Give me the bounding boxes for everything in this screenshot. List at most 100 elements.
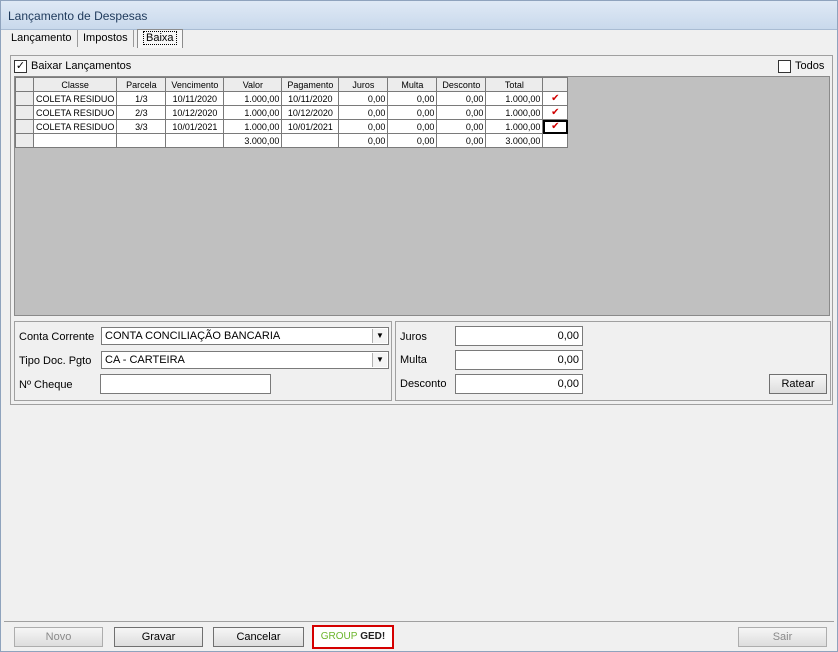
col-multa[interactable]: Multa	[387, 77, 438, 92]
tab-lancamento[interactable]: Lançamento	[6, 30, 78, 47]
total-vencimento	[165, 133, 225, 148]
tipo-label: Tipo Doc. Pgto	[19, 355, 92, 367]
cell-desconto[interactable]: 0,00	[436, 91, 487, 106]
cell-vencimento[interactable]: 10/01/2021	[165, 119, 225, 134]
cell-classe[interactable]: COLETA RESIDUO	[32, 91, 118, 106]
logo-ged-text: GED!	[360, 631, 386, 642]
cell-classe[interactable]: COLETA RESIDUO	[32, 105, 118, 120]
cell-juros[interactable]: 0,00	[338, 105, 389, 120]
multa-input[interactable]: 0,00	[455, 350, 583, 370]
total-valor: 3.000,00	[223, 133, 283, 148]
cell-pagamento[interactable]: 10/12/2020	[281, 105, 340, 120]
cell-parcela[interactable]: 3/3	[116, 119, 167, 134]
cell-valor[interactable]: 1.000,00	[223, 91, 283, 106]
juros-label: Juros	[400, 331, 427, 343]
col-classe[interactable]: Classe	[32, 77, 118, 92]
cell-parcela[interactable]: 2/3	[116, 105, 167, 120]
col-vencimento[interactable]: Vencimento	[165, 77, 225, 92]
col-total[interactable]: Total	[485, 77, 544, 92]
cell-multa[interactable]: 0,00	[387, 119, 438, 134]
total-edit	[542, 133, 569, 148]
payment-account-group: Conta Corrente CONTA CONCILIAÇÃO BANCARI…	[14, 321, 392, 401]
cell-desconto[interactable]: 0,00	[436, 105, 487, 120]
conta-label: Conta Corrente	[19, 331, 95, 343]
desconto-input[interactable]: 0,00	[455, 374, 583, 394]
baixar-label: Baixar Lançamentos	[31, 60, 132, 72]
edit-check-icon[interactable]: ✔	[549, 107, 561, 118]
cell-total[interactable]: 1.000,00	[485, 105, 544, 120]
total-multa: 0,00	[387, 133, 438, 148]
cell-vencimento[interactable]: 10/11/2020	[165, 91, 225, 106]
total-total: 3.000,00	[485, 133, 544, 148]
cell-total[interactable]: 1.000,00	[485, 91, 544, 106]
cheque-label: Nº Cheque	[19, 379, 73, 391]
conta-corrente-select[interactable]: CONTA CONCILIAÇÃO BANCARIA ▼	[101, 327, 389, 345]
novo-button[interactable]: Novo	[14, 627, 103, 647]
cell-valor[interactable]: 1.000,00	[223, 119, 283, 134]
adjustments-group: Juros 0,00 Multa 0,00 Desconto 0,00 Rate…	[395, 321, 831, 401]
baixar-checkbox[interactable]: ✓	[14, 60, 27, 73]
cell-desconto[interactable]: 0,00	[436, 119, 487, 134]
edit-cell[interactable]: ✔	[542, 105, 569, 120]
edit-check-icon[interactable]: ✔	[549, 121, 561, 132]
todos-checkbox[interactable]	[778, 60, 791, 73]
desconto-label: Desconto	[400, 378, 447, 390]
col-edit	[542, 77, 569, 92]
row-selector[interactable]	[15, 91, 34, 106]
cell-juros[interactable]: 0,00	[338, 119, 389, 134]
cell-parcela[interactable]: 1/3	[116, 91, 167, 106]
totals-row: 3.000,00 0,00 0,00 0,00 3.000,00	[15, 133, 569, 148]
cell-multa[interactable]: 0,00	[387, 105, 438, 120]
cell-valor[interactable]: 1.000,00	[223, 105, 283, 120]
tipo-doc-select[interactable]: CA - CARTEIRA ▼	[101, 351, 389, 369]
col-juros[interactable]: Juros	[338, 77, 389, 92]
main-window: Lançamento de Despesas Lançamento Impost…	[0, 0, 838, 652]
row-selector[interactable]	[15, 133, 34, 148]
cell-pagamento[interactable]: 10/01/2021	[281, 119, 340, 134]
total-juros: 0,00	[338, 133, 389, 148]
cell-juros[interactable]: 0,00	[338, 91, 389, 106]
col-valor[interactable]: Valor	[223, 77, 283, 92]
todos-label: Todos	[795, 60, 825, 72]
col-parcela[interactable]: Parcela	[116, 77, 167, 92]
ratear-button[interactable]: Ratear	[769, 374, 827, 394]
total-classe	[32, 133, 118, 148]
table-row[interactable]: COLETA RESIDUO 1/3 10/11/2020 1.000,00 1…	[15, 91, 569, 106]
gravar-button[interactable]: Gravar	[114, 627, 203, 647]
cancelar-button[interactable]: Cancelar	[213, 627, 304, 647]
parcelas-table: Classe Parcela Vencimento Valor Pagament…	[15, 77, 569, 148]
chevron-down-icon[interactable]: ▼	[372, 353, 387, 367]
logo-group-text: GROUP	[320, 631, 358, 642]
col-pagamento[interactable]: Pagamento	[281, 77, 340, 92]
row-selector[interactable]	[15, 119, 34, 134]
edit-check-icon[interactable]: ✔	[549, 93, 561, 104]
cheque-input[interactable]	[100, 374, 271, 394]
edit-cell[interactable]: ✔	[542, 91, 569, 106]
tab-baixa[interactable]: Baixa	[137, 29, 183, 48]
row-selector-header	[15, 77, 34, 92]
total-desconto: 0,00	[436, 133, 487, 148]
title-bar: Lançamento de Despesas	[1, 1, 837, 30]
edit-cell[interactable]: ✔	[542, 119, 569, 134]
cell-vencimento[interactable]: 10/12/2020	[165, 105, 225, 120]
cell-classe[interactable]: COLETA RESIDUO	[32, 119, 118, 134]
tab-baixa-label: Baixa	[143, 31, 177, 45]
table-row[interactable]: COLETA RESIDUO 2/3 10/12/2020 1.000,00 1…	[15, 105, 569, 120]
chevron-down-icon[interactable]: ▼	[372, 329, 387, 343]
tipo-value: CA - CARTEIRA	[105, 354, 185, 366]
juros-input[interactable]: 0,00	[455, 326, 583, 346]
cell-pagamento[interactable]: 10/11/2020	[281, 91, 340, 106]
sair-button[interactable]: Sair	[738, 627, 827, 647]
conta-value: CONTA CONCILIAÇÃO BANCARIA	[105, 330, 281, 342]
baixa-grid[interactable]: Classe Parcela Vencimento Valor Pagament…	[14, 76, 830, 316]
group-ged-logo-button[interactable]: GROUP GED!	[312, 625, 394, 649]
baixa-panel: ✓ Baixar Lançamentos Todos Classe Parcel…	[10, 55, 833, 405]
col-desconto[interactable]: Desconto	[436, 77, 487, 92]
total-pagamento	[281, 133, 340, 148]
cell-multa[interactable]: 0,00	[387, 91, 438, 106]
cell-total[interactable]: 1.000,00	[485, 119, 544, 134]
table-row[interactable]: COLETA RESIDUO 3/3 10/01/2021 1.000,00 1…	[15, 119, 569, 134]
window-title: Lançamento de Despesas	[8, 9, 148, 23]
tab-impostos[interactable]: Impostos	[78, 30, 134, 47]
row-selector[interactable]	[15, 105, 34, 120]
